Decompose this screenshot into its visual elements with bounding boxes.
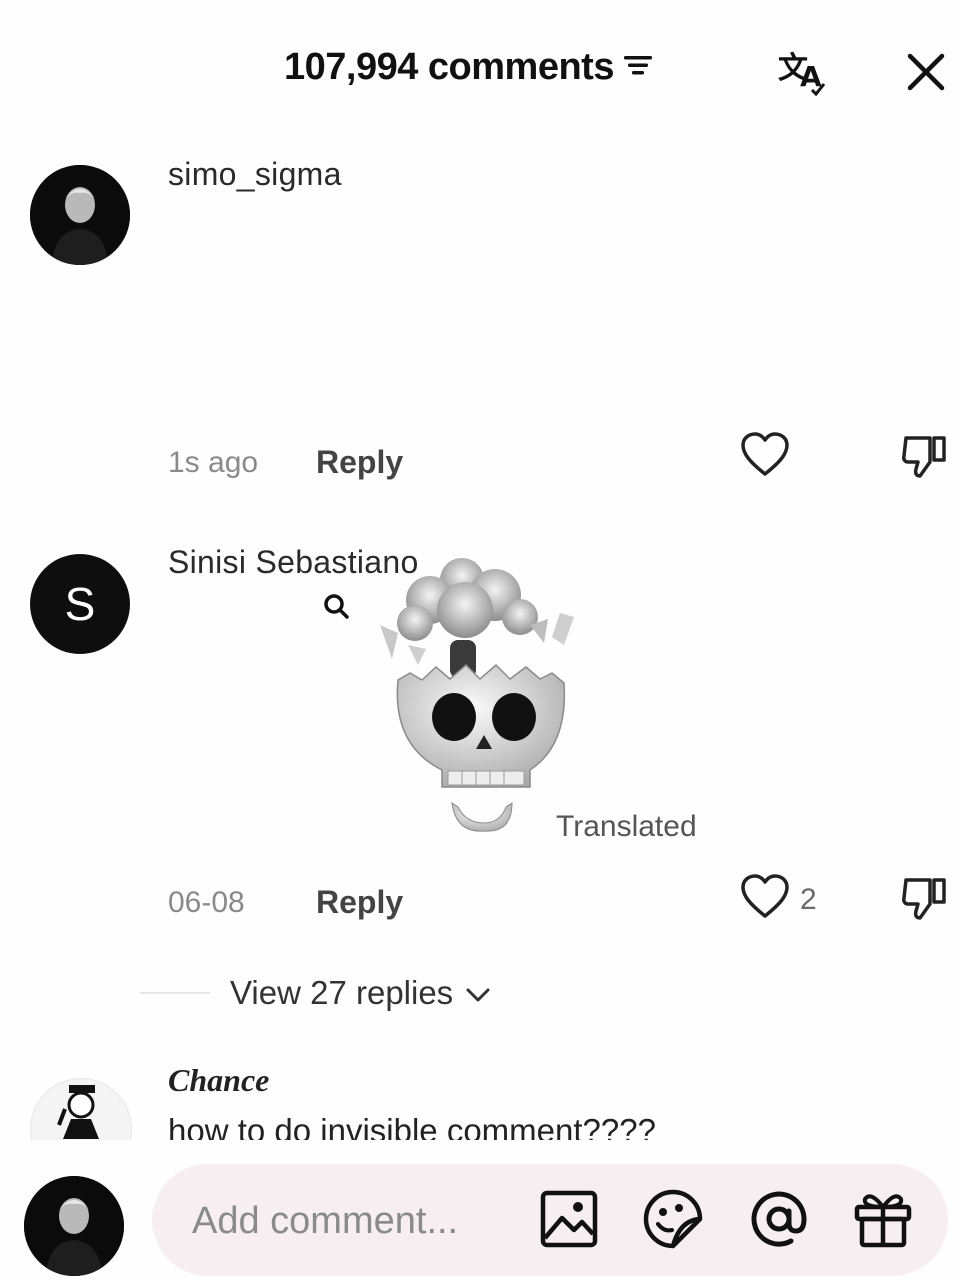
like-button[interactable] xyxy=(740,432,790,483)
search-icon xyxy=(322,592,350,625)
like-count: 2 xyxy=(800,882,817,916)
translate-button[interactable]: 文 A xyxy=(774,46,830,102)
translated-label[interactable]: Translated xyxy=(556,810,697,844)
image-button[interactable] xyxy=(540,1190,598,1253)
thumbs-down-icon xyxy=(900,436,950,484)
avatar[interactable] xyxy=(30,1078,132,1140)
close-icon xyxy=(906,52,946,97)
svg-text:A: A xyxy=(800,60,822,93)
comment-time: 06-08 xyxy=(168,885,245,919)
comments-header: 107,994 comments 文 A xyxy=(0,0,960,140)
dislike-button[interactable] xyxy=(900,432,950,485)
thumbs-down-icon xyxy=(900,878,950,926)
comment-item: Chance how to do invisible comment???? xyxy=(0,1040,960,1140)
sticker-button[interactable] xyxy=(643,1189,703,1250)
comment-username[interactable]: simo_sigma xyxy=(168,156,342,193)
sticker-icon xyxy=(642,1188,704,1255)
current-user-avatar[interactable] xyxy=(24,1176,124,1276)
reply-button[interactable]: Reply xyxy=(316,884,403,921)
like-button[interactable]: 2 xyxy=(740,874,817,925)
mention-button[interactable] xyxy=(750,1191,808,1250)
chevron-down-icon xyxy=(465,974,491,1012)
reply-button[interactable]: Reply xyxy=(316,444,403,481)
view-replies-button[interactable]: View 27 replies xyxy=(230,974,491,1012)
user-portrait-icon xyxy=(24,1176,124,1276)
comments-count-title: 107,994 comments xyxy=(284,46,614,88)
avatar[interactable] xyxy=(30,165,130,265)
sort-toggle[interactable]: 107,994 comments xyxy=(284,46,654,89)
comment-text: how to do invisible comment???? xyxy=(168,1112,656,1140)
comment-composer xyxy=(0,1140,960,1280)
dislike-button[interactable] xyxy=(900,874,950,927)
comment-time: 1s ago xyxy=(168,445,259,479)
user-portrait-icon xyxy=(30,165,130,265)
comment-meta: 06-08 Reply xyxy=(168,884,403,921)
image-icon xyxy=(540,1190,598,1253)
avatar[interactable]: S xyxy=(30,554,130,654)
replies-divider xyxy=(140,992,210,994)
heart-icon xyxy=(740,874,790,925)
add-comment-input[interactable] xyxy=(190,1194,514,1248)
mention-icon xyxy=(749,1189,809,1254)
close-button[interactable] xyxy=(898,46,954,102)
view-replies-label: View 27 replies xyxy=(230,974,454,1011)
comment-meta: 1s ago Reply xyxy=(168,444,403,481)
avatar-letter: S xyxy=(64,578,96,630)
gift-button[interactable] xyxy=(854,1192,912,1250)
exploding-head-skull-sticker xyxy=(370,555,610,850)
filter-icon xyxy=(622,51,654,84)
comment-username[interactable]: Chance xyxy=(168,1062,269,1099)
cartoon-figure-icon xyxy=(57,1085,99,1139)
gift-icon xyxy=(853,1189,913,1254)
translate-icon: 文 A xyxy=(776,46,828,103)
comment-input-pill[interactable] xyxy=(152,1164,948,1276)
heart-icon xyxy=(740,432,790,483)
